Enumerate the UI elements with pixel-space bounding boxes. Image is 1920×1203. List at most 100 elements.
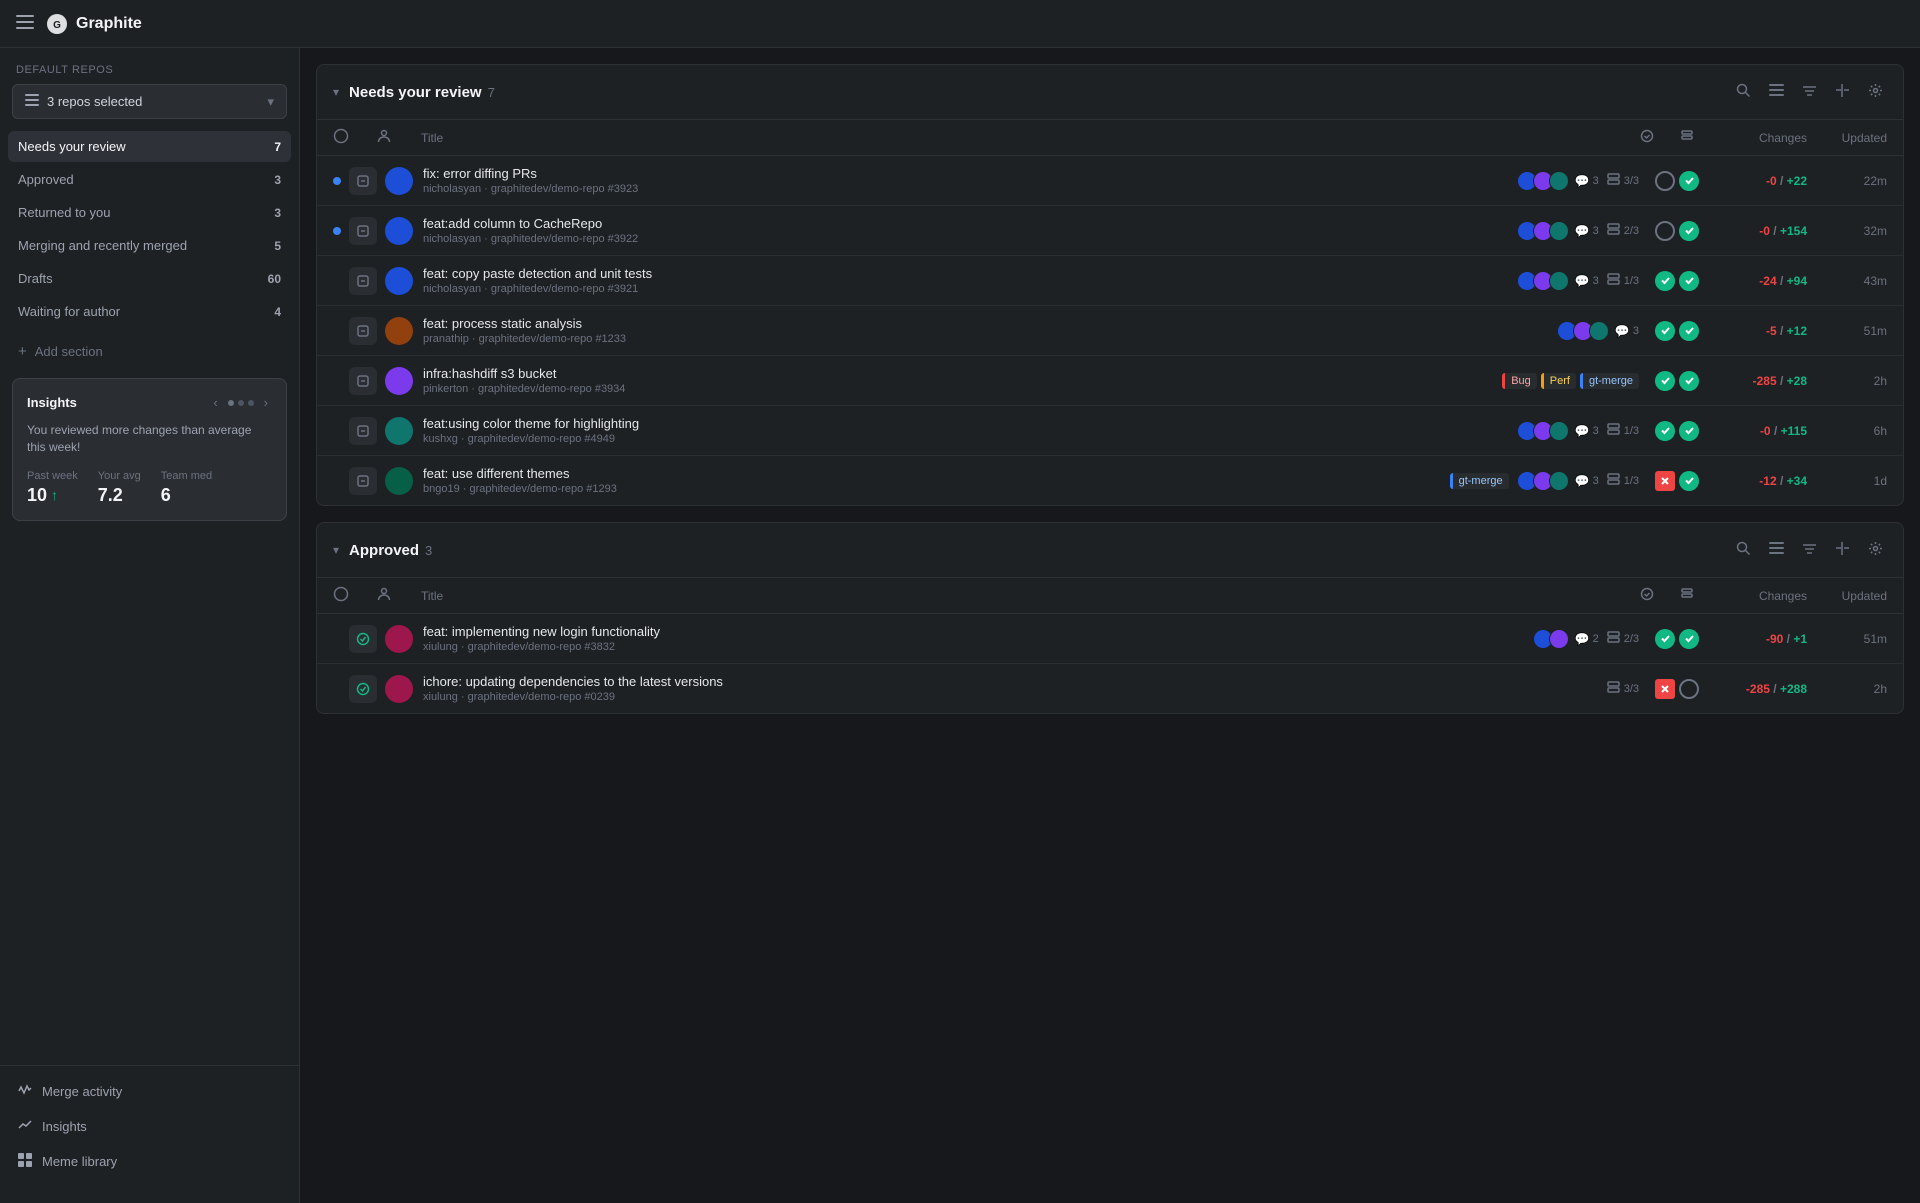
split-icon[interactable] bbox=[1831, 79, 1854, 105]
stack-icon bbox=[1607, 223, 1620, 239]
changes-pos: +22 bbox=[1787, 174, 1807, 188]
table-row[interactable]: feat: process static analysis pranathip … bbox=[317, 306, 1903, 356]
pr-stack: 3/3 bbox=[1607, 173, 1639, 189]
merge-activity-label: Merge activity bbox=[42, 1084, 122, 1099]
approved-settings-icon[interactable] bbox=[1864, 537, 1887, 563]
filter-icon[interactable] bbox=[1798, 79, 1821, 105]
insights-dot-3 bbox=[248, 400, 254, 406]
needs-review-rows: fix: error diffing PRs nicholasyan · gra… bbox=[317, 156, 1903, 505]
sidebar-item-waiting[interactable]: Waiting for author 4 bbox=[8, 296, 291, 327]
main-layout: Default repos 3 repos selected ▾ bbox=[0, 48, 1920, 1203]
table-row[interactable]: feat:add column to CacheRepo nicholasyan… bbox=[317, 206, 1903, 256]
insights-prev-button[interactable]: ‹ bbox=[209, 393, 221, 412]
needs-review-chevron[interactable]: ▾ bbox=[333, 85, 339, 99]
app-title: Graphite bbox=[76, 15, 142, 33]
main-content: ▾ Needs your review 7 bbox=[300, 48, 1920, 1203]
sidebar-item-merging[interactable]: Merging and recently merged 5 bbox=[8, 230, 291, 261]
pr-type-icon bbox=[349, 267, 377, 295]
pr-ci-icons bbox=[1647, 171, 1707, 191]
stat-team-med-label: Team med bbox=[161, 470, 212, 482]
pr-ci-icons bbox=[1647, 221, 1707, 241]
pr-type-icon bbox=[349, 217, 377, 245]
table-row[interactable]: feat:using color theme for highlighting … bbox=[317, 406, 1903, 456]
table-row[interactable]: feat: implementing new login functionali… bbox=[317, 614, 1903, 664]
reviewer-count: 💬 3 bbox=[1575, 224, 1599, 238]
needs-review-panel: ▾ Needs your review 7 bbox=[316, 64, 1904, 506]
ci-pending-icon bbox=[1655, 221, 1675, 241]
sidebar-item-needs-review[interactable]: Needs your review 7 bbox=[8, 131, 291, 162]
insights-next-button[interactable]: › bbox=[260, 393, 272, 412]
ci-success-icon bbox=[1679, 221, 1699, 241]
merge-activity-nav[interactable]: Merge activity bbox=[8, 1074, 291, 1109]
table-row[interactable]: feat: use different themes bngo19 · grap… bbox=[317, 456, 1903, 505]
settings-icon[interactable] bbox=[1864, 79, 1887, 105]
repo-selector[interactable]: 3 repos selected ▾ bbox=[12, 84, 287, 119]
insights-stats: Past week 10 ↑ Your avg 7.2 Team med 6 bbox=[27, 470, 272, 506]
changes-neg: -0 bbox=[1760, 424, 1771, 438]
stack-icon bbox=[1607, 473, 1620, 489]
table-row[interactable]: infra:hashdiff s3 bucket pinkerton · gra… bbox=[317, 356, 1903, 406]
list-icon[interactable] bbox=[1765, 79, 1788, 105]
pr-reviewers: 💬 3 bbox=[1517, 171, 1599, 191]
repo-list-icon bbox=[25, 93, 39, 110]
stat-past-week: Past week 10 ↑ bbox=[27, 470, 78, 506]
pr-info: feat: implementing new login functionali… bbox=[423, 624, 1525, 653]
pr-reviewers: 💬 3 bbox=[1557, 321, 1639, 341]
changes-pos: +12 bbox=[1787, 324, 1807, 338]
stat-past-week-label: Past week bbox=[27, 470, 78, 482]
stack-icon bbox=[1607, 681, 1620, 697]
approved-check-col bbox=[333, 586, 369, 605]
pr-reviewers: 💬 3 bbox=[1517, 221, 1599, 241]
ci-success-icon bbox=[1655, 629, 1675, 649]
pr-meta: kushxg · graphitedev/demo-repo #4949 bbox=[423, 433, 1509, 445]
sidebar: Default repos 3 repos selected ▾ bbox=[0, 48, 300, 1203]
meme-library-nav[interactable]: Meme library bbox=[8, 1144, 291, 1179]
approved-split-icon[interactable] bbox=[1831, 537, 1854, 563]
ci-success-icon bbox=[1679, 421, 1699, 441]
reviewer-avatar bbox=[1549, 171, 1569, 191]
pr-meta: nicholasyan · graphitedev/demo-repo #392… bbox=[423, 183, 1509, 195]
approved-filter-icon[interactable] bbox=[1798, 537, 1821, 563]
pr-ci-icons bbox=[1647, 271, 1707, 291]
approved-rows: feat: implementing new login functionali… bbox=[317, 614, 1903, 713]
pr-stack: 1/3 bbox=[1607, 273, 1639, 289]
pr-updated: 32m bbox=[1807, 224, 1887, 238]
changes-neg: -90 bbox=[1766, 632, 1783, 646]
pr-author-avatar bbox=[385, 417, 413, 445]
pr-stack: 1/3 bbox=[1607, 473, 1639, 489]
pr-info: feat: process static analysis pranathip … bbox=[423, 316, 1549, 345]
comment-icon: 💬 bbox=[1575, 224, 1590, 238]
reviewer-count: 💬 3 bbox=[1575, 424, 1599, 438]
menu-icon[interactable] bbox=[16, 13, 34, 34]
pr-title: infra:hashdiff s3 bucket bbox=[423, 366, 1494, 381]
add-section-button[interactable]: + Add section bbox=[0, 333, 299, 370]
insights-nav-item[interactable]: Insights bbox=[8, 1109, 291, 1144]
table-row[interactable]: feat: copy paste detection and unit test… bbox=[317, 256, 1903, 306]
reviewer-stack bbox=[1517, 271, 1569, 291]
reviewer-count: 💬 3 bbox=[1575, 274, 1599, 288]
table-row[interactable]: ichore: updating dependencies to the lat… bbox=[317, 664, 1903, 713]
pr-stack: 2/3 bbox=[1607, 223, 1639, 239]
stack-icon bbox=[1607, 173, 1620, 189]
sidebar-item-returned[interactable]: Returned to you 3 bbox=[8, 197, 291, 228]
comment-icon: 💬 bbox=[1615, 324, 1630, 338]
sidebar-item-drafts[interactable]: Drafts 60 bbox=[8, 263, 291, 294]
pr-meta: pinkerton · graphitedev/demo-repo #3934 bbox=[423, 383, 1494, 395]
approved-list-icon[interactable] bbox=[1765, 537, 1788, 563]
pr-changes: -90 / +1 bbox=[1707, 632, 1807, 646]
reviewer-count: 💬 2 bbox=[1575, 632, 1599, 646]
table-row[interactable]: fix: error diffing PRs nicholasyan · gra… bbox=[317, 156, 1903, 206]
pr-author-avatar bbox=[385, 217, 413, 245]
approved-search-icon[interactable] bbox=[1732, 537, 1755, 563]
search-icon[interactable] bbox=[1732, 79, 1755, 105]
ci-success-icon bbox=[1679, 629, 1699, 649]
pr-title: feat: copy paste detection and unit test… bbox=[423, 266, 1509, 281]
approved-chevron[interactable]: ▾ bbox=[333, 543, 339, 557]
sidebar-item-approved[interactable]: Approved 3 bbox=[8, 164, 291, 195]
changes-pos: +28 bbox=[1787, 374, 1807, 388]
nav-items: Needs your review 7 Approved 3 Returned … bbox=[0, 131, 299, 329]
pr-type-icon bbox=[349, 167, 377, 195]
ci-success-icon bbox=[1679, 321, 1699, 341]
insights-text: You reviewed more changes than average t… bbox=[27, 422, 272, 456]
reviewer-count: 💬 3 bbox=[1575, 474, 1599, 488]
